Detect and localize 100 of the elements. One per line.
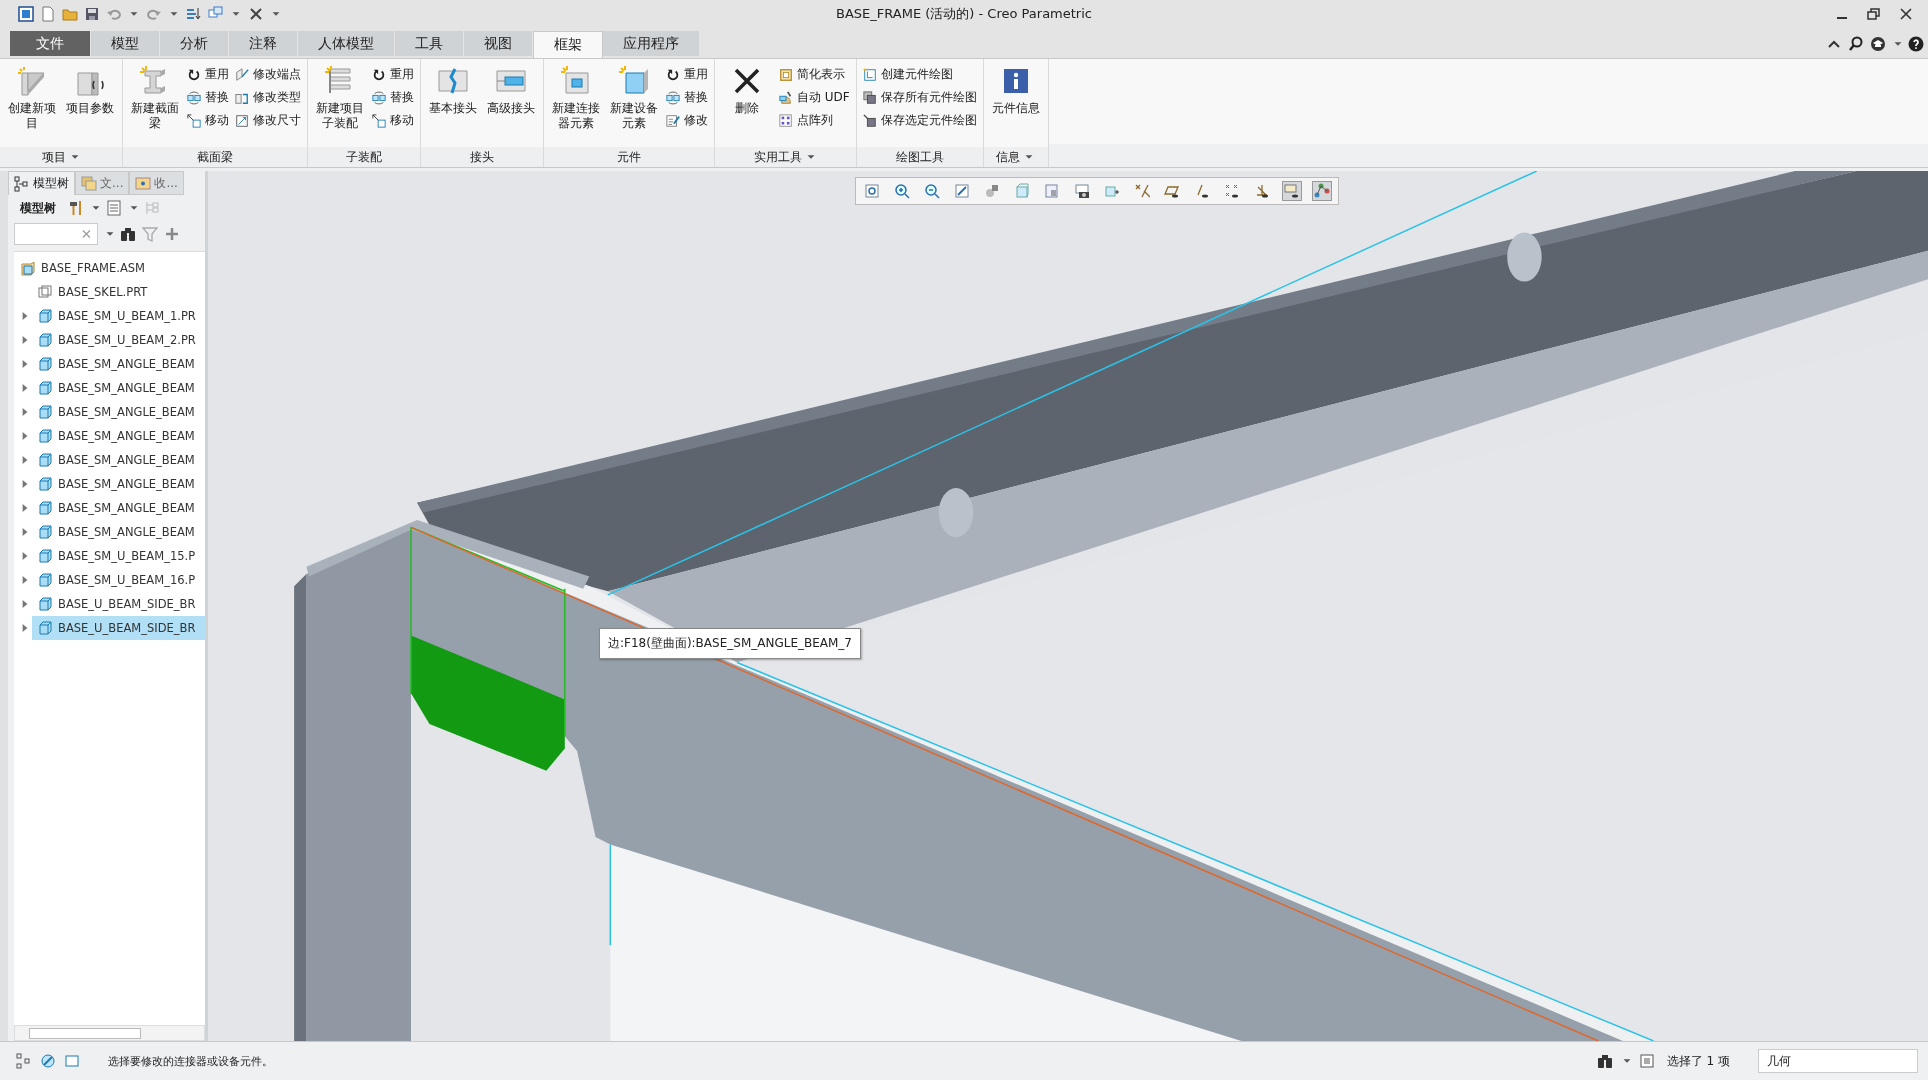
ribbon-button[interactable]: 元件信息 — [989, 63, 1042, 147]
tree-item[interactable]: BASE_U_BEAM_SIDE_BR — [32, 616, 205, 640]
expand-arrow-icon[interactable] — [21, 454, 29, 466]
filter-dropdown[interactable]: 几何 — [1758, 1049, 1918, 1073]
ribbon-button[interactable]: 替换 — [372, 89, 414, 106]
part-icon — [37, 428, 53, 444]
reuse-icon — [187, 67, 201, 82]
tree-item[interactable]: BASE_SM_ANGLE_BEAM — [32, 472, 205, 496]
expand-arrow-icon[interactable] — [21, 430, 29, 442]
ribbon-tab[interactable]: 工具 — [395, 31, 464, 56]
restore-icon[interactable] — [1866, 6, 1882, 22]
button-label: 新建截面梁 — [130, 101, 180, 131]
ribbon-button[interactable]: 修改端点 — [235, 66, 301, 83]
expand-arrow-icon[interactable] — [21, 334, 29, 346]
search-icon[interactable] — [1848, 36, 1864, 52]
expand-arrow-icon[interactable] — [21, 382, 29, 394]
tree-item[interactable]: BASE_SM_U_BEAM_16.P — [32, 568, 205, 592]
group-label[interactable]: 实用工具 — [753, 148, 802, 166]
tree-item[interactable]: BASE_U_BEAM_SIDE_BR — [32, 592, 205, 616]
ribbon-button[interactable]: 修改尺寸 — [235, 112, 301, 129]
tree-item[interactable]: BASE_SM_ANGLE_BEAM — [32, 424, 205, 448]
ribbon-button[interactable]: 新建截面梁 — [129, 63, 181, 147]
camera-icon[interactable] — [1072, 181, 1092, 201]
ribbon-tab[interactable]: 文件 — [10, 31, 91, 56]
horizontal-scrollbar[interactable] — [14, 1025, 205, 1041]
ribbon-tab[interactable]: 模型 — [91, 31, 160, 56]
ribbon-button[interactable]: 删除 — [721, 63, 773, 147]
panel-tab[interactable]: 收... — [129, 171, 184, 195]
add-icon[interactable] — [164, 226, 180, 242]
skeleton-part-icon — [37, 284, 53, 300]
tree-item[interactable]: BASE_SM_ANGLE_BEAM — [32, 496, 205, 520]
graduation-cap-icon[interactable] — [1870, 36, 1886, 52]
tree-item[interactable]: BASE_SKEL.PRT — [32, 280, 205, 304]
panel-tab[interactable]: 文... — [75, 171, 130, 195]
expand-arrow-icon[interactable] — [21, 526, 29, 538]
ribbon-button[interactable]: 创建元件绘图 — [862, 66, 977, 83]
ribbon-button[interactable]: 创建新项目 — [6, 63, 58, 147]
ribbon-button[interactable]: 高级接头 — [485, 63, 537, 147]
save-icon[interactable] — [84, 6, 100, 22]
button-label: 替换 — [205, 89, 229, 106]
zoom-in-icon[interactable] — [892, 181, 912, 201]
ribbon-tab[interactable]: 框架 — [533, 31, 603, 58]
expand-arrow-icon[interactable] — [21, 502, 29, 514]
tree-item[interactable]: BASE_SM_U_BEAM_1.PR — [32, 304, 205, 328]
tree-item[interactable]: BASE_FRAME.ASM — [14, 256, 205, 280]
ribbon-button[interactable]: 保存选定元件绘图 — [862, 112, 977, 129]
zoom-out-icon[interactable] — [922, 181, 942, 201]
binoculars-icon[interactable] — [1596, 1053, 1613, 1069]
ribbon-button[interactable]: 重用 — [666, 66, 708, 83]
help-icon[interactable] — [1908, 36, 1924, 52]
panel-tab[interactable]: 模型树 — [8, 171, 75, 195]
tree-item[interactable]: BASE_SM_ANGLE_BEAM — [32, 352, 205, 376]
app-icon[interactable] — [18, 6, 34, 22]
graphics-area[interactable]: 边:F18(壁曲面):BASE_SM_ANGLE_BEAM_7 — [208, 171, 1928, 1041]
tree-item[interactable]: BASE_SM_U_BEAM_15.P — [32, 544, 205, 568]
ribbon-button[interactable]: 重用 — [372, 66, 414, 83]
ribbon-button[interactable]: 新建设备元素 — [608, 63, 660, 147]
expand-arrow-icon[interactable] — [21, 622, 29, 634]
ribbon-tab[interactable]: 分析 — [160, 31, 229, 56]
ribbon-tab[interactable]: 人体模型 — [298, 31, 395, 56]
expand-arrow-icon[interactable] — [21, 574, 29, 586]
close-window-icon[interactable] — [248, 6, 264, 22]
ribbon-button[interactable]: 项目参数 — [64, 63, 116, 147]
tree-item[interactable]: BASE_SM_ANGLE_BEAM — [32, 400, 205, 424]
ribbon-button[interactable]: 替换 — [187, 89, 229, 106]
ribbon-button[interactable]: 重用 — [187, 66, 229, 83]
ribbon-button[interactable]: 基本接头 — [427, 63, 479, 147]
ribbon-button[interactable]: 新建项目子装配 — [314, 63, 366, 147]
group-label[interactable]: 项目 — [41, 148, 66, 166]
ribbon-button[interactable]: 修改类型 — [235, 89, 301, 106]
ribbon-button[interactable]: 简化表示 — [779, 66, 850, 83]
ribbon-button[interactable]: 点阵列 — [779, 112, 850, 129]
expand-arrow-icon[interactable] — [21, 310, 29, 322]
expand-arrow-icon[interactable] — [21, 406, 29, 418]
expand-arrow-icon[interactable] — [21, 598, 29, 610]
search-field[interactable] — [14, 223, 98, 245]
ribbon-button[interactable]: 移动 — [187, 112, 229, 129]
expand-arrow-icon[interactable] — [21, 550, 29, 562]
expand-arrow-icon[interactable] — [21, 358, 29, 370]
tree-item[interactable]: BASE_SM_ANGLE_BEAM — [32, 448, 205, 472]
expand-arrow-icon[interactable] — [21, 478, 29, 490]
ribbon-button[interactable]: 替换 — [666, 89, 708, 106]
model-tree-icon[interactable] — [16, 1053, 32, 1069]
ribbon-button[interactable]: 移动 — [372, 112, 414, 129]
ribbon-button[interactable]: 自动 UDF — [779, 89, 850, 106]
ribbon-tab[interactable]: 应用程序 — [603, 31, 700, 56]
close-icon[interactable] — [1898, 6, 1914, 22]
group-label[interactable]: 信息 — [996, 148, 1021, 166]
ribbon-tab[interactable]: 视图 — [464, 31, 533, 56]
ribbon-button[interactable]: 修改 — [666, 112, 708, 129]
tree-item[interactable]: BASE_SM_ANGLE_BEAM — [32, 520, 205, 544]
ribbon-button[interactable]: 保存所有元件绘图 — [862, 89, 977, 106]
button-label: 项目参数 — [65, 101, 115, 116]
tree-item[interactable]: BASE_SM_U_BEAM_2.PR — [32, 328, 205, 352]
new-file-icon[interactable] — [40, 6, 56, 22]
settings-hammer-icon[interactable] — [68, 200, 84, 216]
ribbon-tab[interactable]: 注释 — [229, 31, 298, 56]
ribbon-button[interactable]: 新建连接器元素 — [550, 63, 602, 147]
tree-item[interactable]: BASE_SM_ANGLE_BEAM — [32, 376, 205, 400]
binoculars-icon[interactable] — [120, 226, 136, 242]
